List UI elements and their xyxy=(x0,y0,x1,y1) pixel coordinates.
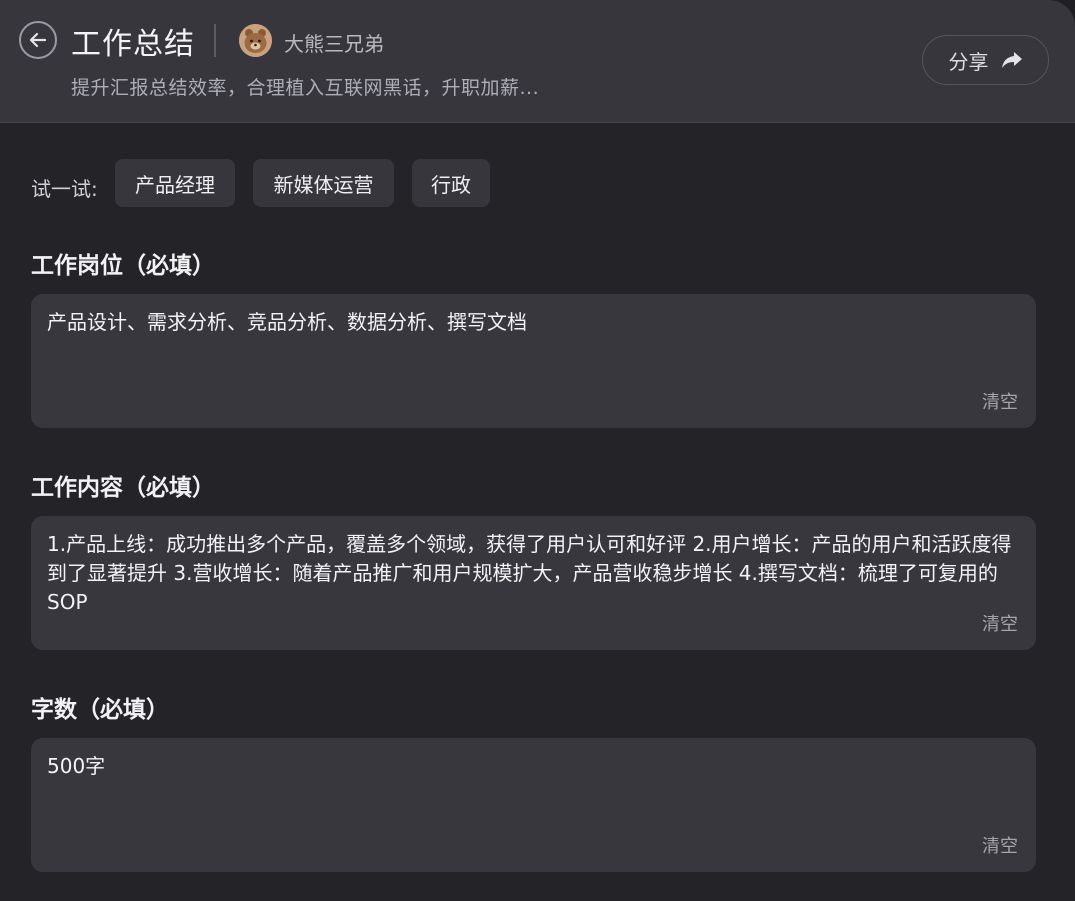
word-count-value[interactable]: 500字 xyxy=(47,752,1014,781)
job-position-value[interactable]: 产品设计、需求分析、竞品分析、数据分析、撰写文档 xyxy=(47,308,1014,337)
work-content-field[interactable]: 1.产品上线：成功推出多个产品，覆盖多个领域，获得了用户认可和好评 2.用户增长… xyxy=(31,516,1036,650)
page-subtitle: 提升汇报总结效率，合理植入互联网黑话，升职加薪... xyxy=(71,77,540,99)
author-name[interactable]: 大熊三兄弟 xyxy=(284,28,384,57)
example-chip-product-manager[interactable]: 产品经理 xyxy=(115,159,235,207)
share-label: 分享 xyxy=(948,49,989,74)
job-position-label: 工作岗位（必填） xyxy=(31,253,215,279)
app-window: 工作总结 大熊三兄弟 提升汇报总结效率，合理植入互联网黑话，升职加薪... 分享… xyxy=(0,0,1075,901)
word-count-field[interactable]: 500字 清空 xyxy=(31,738,1036,872)
job-position-clear-button[interactable]: 清空 xyxy=(982,388,1018,414)
example-chip-new-media-ops[interactable]: 新媒体运营 xyxy=(253,159,394,207)
try-label: 试一试: xyxy=(31,177,98,201)
word-count-label: 字数（必填） xyxy=(31,697,169,723)
work-content-clear-button[interactable]: 清空 xyxy=(982,610,1018,636)
back-button[interactable] xyxy=(19,21,57,59)
share-arrow-icon xyxy=(1001,52,1022,68)
word-count-clear-button[interactable]: 清空 xyxy=(982,832,1018,858)
job-position-field[interactable]: 产品设计、需求分析、竞品分析、数据分析、撰写文档 清空 xyxy=(31,294,1036,428)
bear-avatar-icon xyxy=(239,24,272,57)
page-title: 工作总结 xyxy=(71,27,195,62)
arrow-left-icon xyxy=(29,32,47,48)
work-content-label: 工作内容（必填） xyxy=(31,475,215,501)
header: 工作总结 大熊三兄弟 提升汇报总结效率，合理植入互联网黑话，升职加薪... 分享 xyxy=(0,0,1075,123)
title-divider xyxy=(214,24,216,57)
work-content-value[interactable]: 1.产品上线：成功推出多个产品，覆盖多个领域，获得了用户认可和好评 2.用户增长… xyxy=(47,530,1014,617)
share-button[interactable]: 分享 xyxy=(922,35,1049,85)
example-chip-admin[interactable]: 行政 xyxy=(412,159,490,207)
avatar[interactable] xyxy=(239,24,272,57)
